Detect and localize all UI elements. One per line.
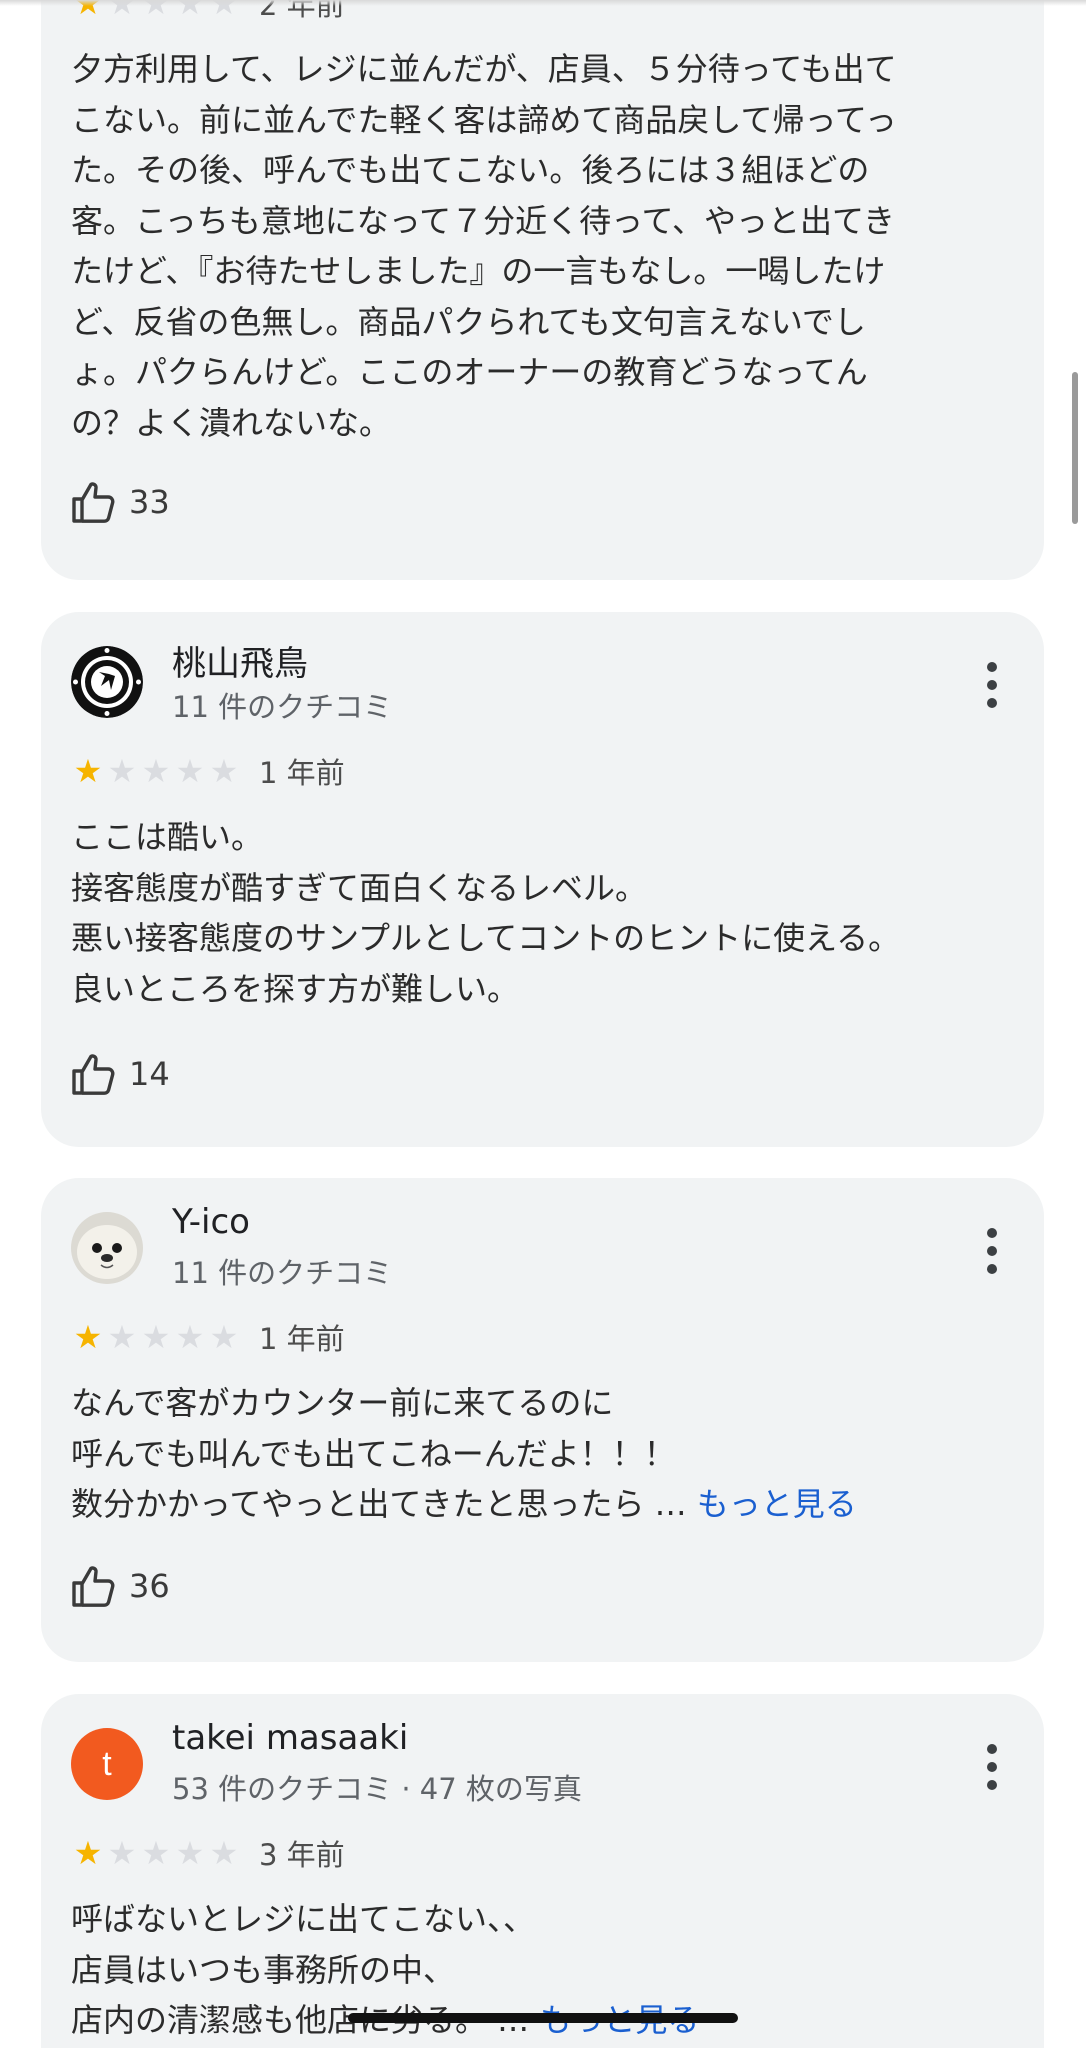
thumbs-up-outline-icon [72,1566,115,1607]
reviews-page: ★ ★ ★ ★ ★ 2 年前 夕方利用して、レジに並んだが、店員、５分待っても出… [0,0,1086,2048]
rating-stars: ★ ★ ★ ★ ★ 3 年前 [71,1832,345,1874]
thumbs-up-outline-icon [72,482,115,523]
star-icon: ★ [175,1834,205,1872]
star-icon: ★ [175,1318,205,1356]
avatar[interactable] [71,1212,143,1284]
rating-stars: ★ ★ ★ ★ ★ 1 年前 [71,750,345,792]
author-review-count: 11 件のクチコミ [172,690,393,724]
review-text-body: なんで客がカウンター前に来てるのに 呼んでも叫んでも出てこねーんだよ！！！ 数分… [71,1384,687,1523]
star-icon: ★ [209,1318,239,1356]
more-vert-icon[interactable] [984,1228,1000,1274]
more-link[interactable]: もっと見る [697,1485,857,1523]
author-review-count: 11 件のクチコミ [172,1256,393,1290]
star-icon: ★ [209,1834,239,1872]
seal-avatar-icon [71,1212,143,1284]
thumbs-up-outline-icon [72,1054,115,1095]
review-card: ★ ★ ★ ★ ★ 2 年前 夕方利用して、レジに並んだが、店員、５分待っても出… [41,0,1044,580]
avatar[interactable]: t [71,1728,143,1800]
star-icon: ★ [73,1834,103,1872]
author-name[interactable]: 桃山飛鳥 [172,636,308,685]
like-count: 36 [129,1567,170,1605]
more-vert-icon[interactable] [984,1744,1000,1790]
star-icon: ★ [141,1834,171,1872]
top-shadow [0,0,1086,6]
home-indicator[interactable] [348,2013,738,2023]
emblem-avatar-icon [71,646,143,718]
review-text: なんで客がカウンター前に来てるのに 呼んでも叫んでも出てこねーんだよ！！！ 数分… [71,1378,1004,1530]
star-icon: ★ [107,1834,137,1872]
like-count: 33 [129,483,170,521]
author-name[interactable]: takei masaaki [172,1718,408,1758]
star-icon: ★ [107,752,137,790]
star-icon: ★ [73,1318,103,1356]
rating-stars: ★ ★ ★ ★ ★ 1 年前 [71,1316,345,1358]
more-vert-icon[interactable] [984,662,1000,708]
review-age: 3 年前 [259,1838,345,1872]
like-button[interactable]: 14 [71,1052,170,1096]
star-icon: ★ [107,1318,137,1356]
author-review-count: 53 件のクチコミ · 47 枚の写真 [172,1772,582,1806]
avatar[interactable] [71,646,143,718]
author-name[interactable]: Y-ico [172,1202,250,1242]
review-card: Y-ico 11 件のクチコミ ★ ★ ★ ★ ★ 1 年前 なんで客がカウンタ… [41,1178,1044,1662]
star-icon: ★ [141,752,171,790]
scrollbar[interactable] [1072,372,1078,524]
like-count: 14 [129,1055,170,1093]
star-icon: ★ [73,752,103,790]
review-text: 夕方利用して、レジに並んだが、店員、５分待っても出て こない。前に並んでた軽く客… [71,50,897,442]
review-card: t takei masaaki 53 件のクチコミ · 47 枚の写真 ★ ★ … [41,1694,1044,2048]
star-icon: ★ [141,1318,171,1356]
like-button[interactable]: 33 [71,480,170,524]
star-icon: ★ [175,752,205,790]
review-card: 桃山飛鳥 11 件のクチコミ ★ ★ ★ ★ ★ 1 年前 ここは酷い。 接客態… [41,612,1044,1147]
review-age: 1 年前 [259,1322,345,1356]
review-age: 1 年前 [259,756,345,790]
like-button[interactable]: 36 [71,1564,170,1608]
star-icon: ★ [209,752,239,790]
review-text: ここは酷い。 接客態度が酷すぎて面白くなるレベル。 悪い接客態度のサンプルとして… [71,818,901,1008]
